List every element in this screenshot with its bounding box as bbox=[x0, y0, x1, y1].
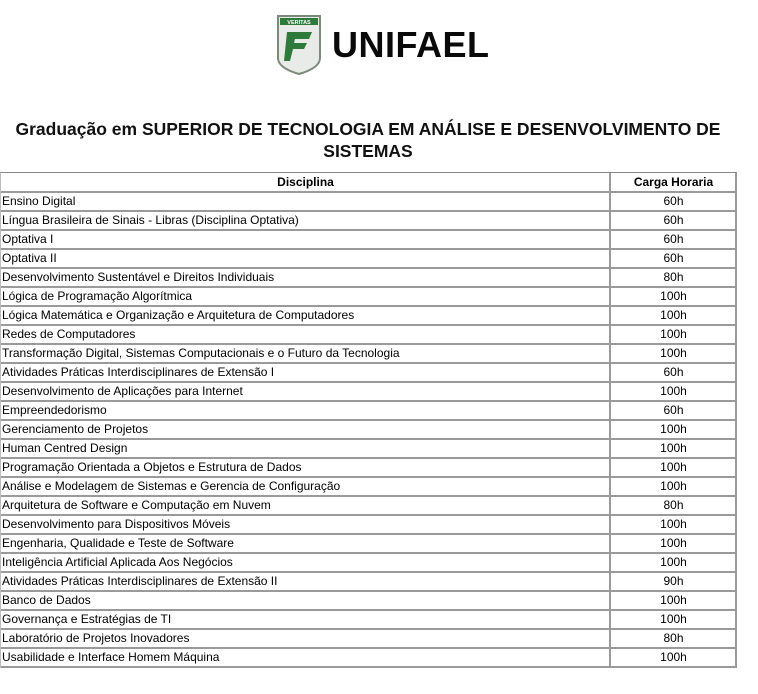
hours-cell: 100h bbox=[611, 383, 737, 402]
hours-cell: 100h bbox=[611, 611, 737, 630]
hours-cell: 60h bbox=[611, 250, 737, 269]
table-row: Arquitetura de Software e Computação em … bbox=[1, 497, 737, 516]
hours-cell: 100h bbox=[611, 459, 737, 478]
discipline-cell: Desenvolvimento Sustentável e Direitos I… bbox=[1, 269, 611, 288]
discipline-cell: Engenharia, Qualidade e Teste de Softwar… bbox=[1, 535, 611, 554]
discipline-cell: Empreendedorismo bbox=[1, 402, 611, 421]
hours-cell: 60h bbox=[611, 193, 737, 212]
table-row: Atividades Práticas Interdisciplinares d… bbox=[1, 364, 737, 383]
table-row: Lógica Matemática e Organização e Arquit… bbox=[1, 307, 737, 326]
page-title: Graduação em SUPERIOR DE TECNOLOGIA EM A… bbox=[15, 119, 721, 161]
table-row: Governança e Estratégias de TI 100h bbox=[1, 611, 737, 630]
discipline-cell: Desenvolvimento de Aplicações para Inter… bbox=[1, 383, 611, 402]
hours-cell: 80h bbox=[611, 497, 737, 516]
discipline-cell: Lógica de Programação Algorítmica bbox=[1, 288, 611, 307]
hours-cell: 60h bbox=[611, 364, 737, 383]
hours-cell: 60h bbox=[611, 231, 737, 250]
hours-cell: 60h bbox=[611, 402, 737, 421]
hours-cell: 100h bbox=[611, 535, 737, 554]
hours-cell: 100h bbox=[611, 307, 737, 326]
discipline-cell: Redes de Computadores bbox=[1, 326, 611, 345]
discipline-cell: Ensino Digital bbox=[1, 193, 611, 212]
discipline-cell: Optativa I bbox=[1, 231, 611, 250]
discipline-cell: Desenvolvimento para Dispositivos Móveis bbox=[1, 516, 611, 535]
table-row: Human Centred Design 100h bbox=[1, 440, 737, 459]
table-row: Usabilidade e Interface Homem Máquina 100… bbox=[1, 649, 737, 668]
hours-cell: 90h bbox=[611, 573, 737, 592]
hours-cell: 100h bbox=[611, 288, 737, 307]
discipline-cell: Atividades Práticas Interdisciplinares d… bbox=[1, 573, 611, 592]
table-row: Empreendedorismo 60h bbox=[1, 402, 737, 421]
discipline-cell: Programação Orientada a Objetos e Estrut… bbox=[1, 459, 611, 478]
shield-veritas-text: VERITAS bbox=[287, 20, 311, 26]
table-row: Banco de Dados 100h bbox=[1, 592, 737, 611]
table-row: Optativa II 60h bbox=[1, 250, 737, 269]
hours-cell: 100h bbox=[611, 440, 737, 459]
table-row: Ensino Digital 60h bbox=[1, 193, 737, 212]
hours-cell: 100h bbox=[611, 345, 737, 364]
hours-cell: 100h bbox=[611, 554, 737, 573]
discipline-cell: Human Centred Design bbox=[1, 440, 611, 459]
table-row: Redes de Computadores 100h bbox=[1, 326, 737, 345]
hours-cell: 80h bbox=[611, 269, 737, 288]
discipline-cell: Lógica Matemática e Organização e Arquit… bbox=[1, 307, 611, 326]
table-row: Desenvolvimento Sustentável e Direitos I… bbox=[1, 269, 737, 288]
hours-cell: 100h bbox=[611, 421, 737, 440]
table-row: Gerenciamento de Projetos 100h bbox=[1, 421, 737, 440]
table-header-row: Disciplina Carga Horaria bbox=[1, 173, 737, 193]
discipline-cell: Laboratório de Projetos Inovadores bbox=[1, 630, 611, 649]
curriculum-table: Disciplina Carga Horaria Ensino Digital 6… bbox=[0, 172, 737, 668]
table-row: Análise e Modelagem de Sistemas e Gerenc… bbox=[1, 478, 737, 497]
brand-name: UNIFAEL bbox=[332, 24, 490, 65]
table-row: Lógica de Programação Algorítmica 100h bbox=[1, 288, 737, 307]
discipline-cell: Arquitetura de Software e Computação em … bbox=[1, 497, 611, 516]
discipline-cell: Governança e Estratégias de TI bbox=[1, 611, 611, 630]
discipline-cell: Inteligência Artificial Aplicada Aos Neg… bbox=[1, 554, 611, 573]
hours-cell: 60h bbox=[611, 212, 737, 231]
hours-cell: 100h bbox=[611, 592, 737, 611]
table-row: Atividades Práticas Interdisciplinares d… bbox=[1, 573, 737, 592]
table-row: Transformação Digital, Sistemas Computac… bbox=[1, 345, 737, 364]
discipline-cell: Optativa II bbox=[1, 250, 611, 269]
hours-cell: 100h bbox=[611, 326, 737, 345]
discipline-cell: Usabilidade e Interface Homem Máquina bbox=[1, 649, 611, 668]
table-row: Optativa I 60h bbox=[1, 231, 737, 250]
table-row: Desenvolvimento de Aplicações para Inter… bbox=[1, 383, 737, 402]
hours-cell: 100h bbox=[611, 478, 737, 497]
hours-cell: 80h bbox=[611, 630, 737, 649]
unifael-logo: VERITAS UNIFAEL bbox=[276, 14, 490, 76]
table-row: Programação Orientada a Objetos e Estrut… bbox=[1, 459, 737, 478]
discipline-cell: Gerenciamento de Projetos bbox=[1, 421, 611, 440]
table-row: Língua Brasileira de Sinais - Libras (Di… bbox=[1, 212, 737, 231]
hours-cell: 100h bbox=[611, 516, 737, 535]
column-header-discipline: Disciplina bbox=[1, 173, 611, 193]
discipline-cell: Transformação Digital, Sistemas Computac… bbox=[1, 345, 611, 364]
table-row: Laboratório de Projetos Inovadores 80h bbox=[1, 630, 737, 649]
table-row: Desenvolvimento para Dispositivos Móveis… bbox=[1, 516, 737, 535]
discipline-cell: Língua Brasileira de Sinais - Libras (Di… bbox=[1, 212, 611, 231]
unifael-shield-icon: VERITAS bbox=[277, 15, 321, 76]
column-header-hours: Carga Horaria bbox=[611, 173, 737, 193]
discipline-cell: Atividades Práticas Interdisciplinares d… bbox=[1, 364, 611, 383]
discipline-cell: Banco de Dados bbox=[1, 592, 611, 611]
table-row: Inteligência Artificial Aplicada Aos Neg… bbox=[1, 554, 737, 573]
hours-cell: 100h bbox=[611, 649, 737, 668]
table-row: Engenharia, Qualidade e Teste de Softwar… bbox=[1, 535, 737, 554]
discipline-cell: Análise e Modelagem de Sistemas e Gerenc… bbox=[1, 478, 611, 497]
